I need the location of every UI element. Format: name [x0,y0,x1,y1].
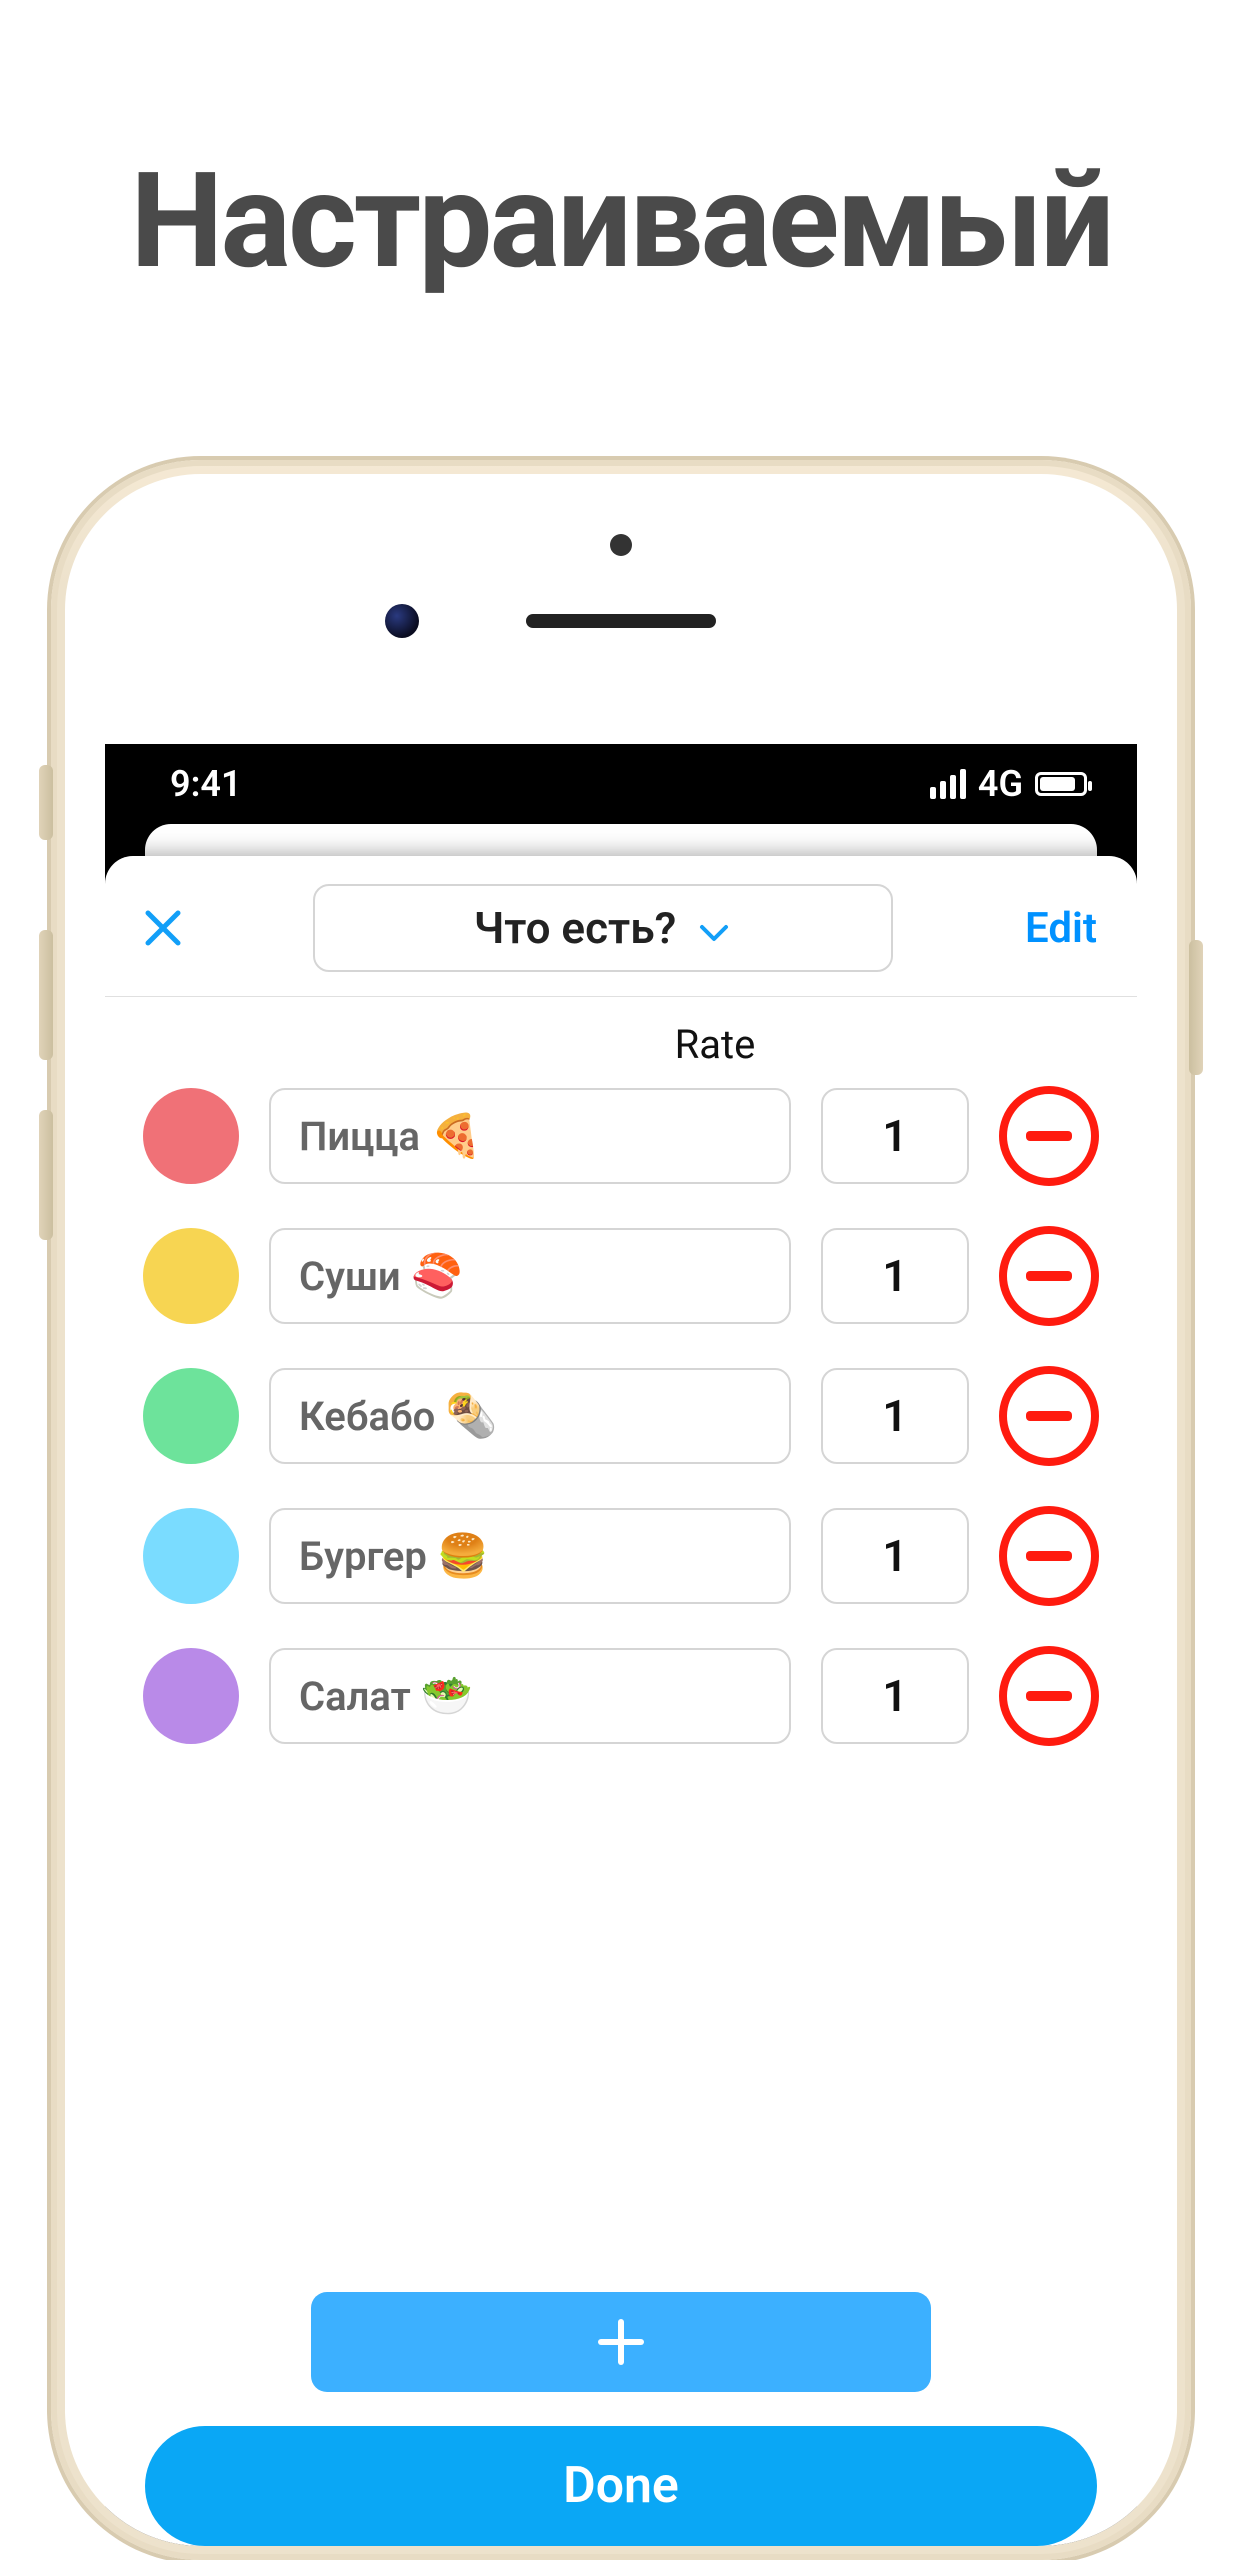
proximity-sensor [610,534,632,556]
network-label: 4G [978,763,1023,805]
chevron-down-icon [696,910,732,946]
item-emoji: 🍕 [430,1112,482,1161]
minus-icon [1026,1131,1072,1141]
remove-item-button[interactable] [999,1086,1099,1186]
item-name-text: Суши [299,1253,401,1300]
item-emoji: 🌯 [445,1392,497,1441]
list-selector-label: Что есть? [474,902,677,954]
color-swatch[interactable] [143,1088,239,1184]
minus-icon [1026,1691,1072,1701]
rate-column-header: Rate [635,997,795,1086]
item-name-input[interactable]: Суши🍣 [269,1228,791,1324]
minus-icon [1026,1411,1072,1421]
front-camera [385,604,419,638]
volume-down-button [39,1110,53,1240]
item-rate-input[interactable]: 1 [821,1508,969,1604]
item-emoji: 🥗 [421,1672,473,1721]
item-rate-input[interactable]: 1 [821,1228,969,1324]
item-name-text: Бургер [299,1533,427,1580]
earpiece-speaker [526,614,716,628]
phone-screen: 9:41 4G Что есть? Edit [105,744,1137,2546]
plus-icon [593,2314,649,2370]
item-emoji: 🍔 [437,1532,489,1581]
close-icon [142,907,184,949]
item-row: Салат🥗 1 [143,1646,1099,1746]
item-name-input[interactable]: Пицца🍕 [269,1088,791,1184]
hero-title: Настраиваемый [0,145,1242,299]
color-swatch[interactable] [143,1228,239,1324]
item-rows-container: Пицца🍕 1 Суши🍣 1 Кебабо🌯 1 Бургер🍔 1 Салат🥗 1 [105,1086,1137,1746]
item-name-text: Пицца [299,1113,420,1160]
item-rate-input[interactable]: 1 [821,1368,969,1464]
color-swatch[interactable] [143,1508,239,1604]
remove-item-button[interactable] [999,1366,1099,1466]
item-row: Пицца🍕 1 [143,1086,1099,1186]
item-name-input[interactable]: Бургер🍔 [269,1508,791,1604]
minus-icon [1026,1271,1072,1281]
item-row: Суши🍣 1 [143,1226,1099,1326]
item-rate-input[interactable]: 1 [821,1088,969,1184]
add-item-button[interactable] [311,2292,931,2392]
item-row: Бургер🍔 1 [143,1506,1099,1606]
signal-icon [930,769,966,799]
color-swatch[interactable] [143,1648,239,1744]
item-rate-input[interactable]: 1 [821,1648,969,1744]
edit-sheet: Что есть? Edit Rate Пицца🍕1Суши🍣1Кебабо🌯… [105,856,1137,2546]
close-button[interactable] [139,904,187,952]
status-bar: 9:41 4G [105,744,1137,824]
battery-icon [1035,772,1087,796]
remove-item-button[interactable] [999,1646,1099,1746]
item-name-input[interactable]: Кебабо🌯 [269,1368,791,1464]
phone-frame: 9:41 4G Что есть? Edit [51,460,1191,2560]
remove-item-button[interactable] [999,1506,1099,1606]
done-button[interactable]: Done [145,2426,1097,2546]
power-button [1189,940,1203,1075]
volume-up-button [39,930,53,1060]
minus-icon [1026,1551,1072,1561]
item-name-input[interactable]: Салат🥗 [269,1648,791,1744]
item-row: Кебабо🌯 1 [143,1366,1099,1466]
mute-switch [39,765,53,840]
item-name-text: Салат [299,1673,411,1720]
status-time: 9:41 [170,763,242,805]
remove-item-button[interactable] [999,1226,1099,1326]
color-swatch[interactable] [143,1368,239,1464]
list-selector[interactable]: Что есть? [313,884,893,972]
item-name-text: Кебабо [299,1393,435,1440]
item-emoji: 🍣 [411,1252,463,1301]
edit-button[interactable]: Edit [1019,896,1103,961]
